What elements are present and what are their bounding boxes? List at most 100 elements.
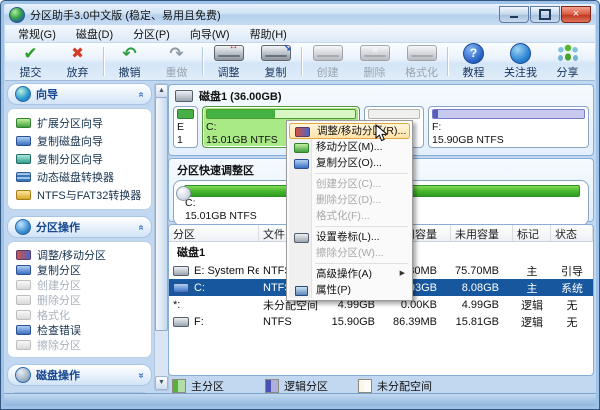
legend: 主分区 逻辑分区 未分配空间: [172, 378, 594, 394]
wizard-globe-icon: [15, 86, 31, 102]
primary-color-swatch: [172, 379, 186, 393]
create-button: 创建: [304, 43, 351, 80]
legend-primary: 主分区: [172, 378, 265, 394]
gear-icon: [15, 367, 31, 383]
sidebar-scrollbar[interactable]: ▲ ▼: [154, 83, 169, 391]
scroll-up-icon[interactable]: ▲: [155, 84, 168, 98]
menu-item-properties[interactable]: 属性(P): [289, 282, 410, 298]
menu-item-format: 格式化(F)...: [289, 208, 410, 224]
scroll-down-icon[interactable]: ▼: [155, 376, 168, 390]
menu-item-resize-move-partition[interactable]: 调整/移动分区(R)...: [289, 123, 410, 139]
close-icon: ×: [573, 9, 579, 20]
commit-button[interactable]: ✔ 提交: [7, 43, 54, 80]
menu-disk[interactable]: 磁盘(D): [67, 25, 122, 43]
usage-bar: [206, 109, 356, 119]
toolbar-separator: [103, 47, 104, 76]
copy-button[interactable]: ↘ 复制: [252, 43, 299, 80]
format-button: 格式化: [398, 43, 445, 80]
copy-disk-icon: ↘: [261, 45, 291, 61]
close-button[interactable]: ×: [561, 6, 591, 23]
logical-color-swatch: [265, 379, 279, 393]
tutorial-question-icon: ?: [463, 43, 484, 64]
menu-item-advanced-ops[interactable]: 高级操作(A) ▶: [289, 266, 410, 282]
set-label-icon: [294, 233, 309, 243]
menu-help[interactable]: 帮助(H): [241, 25, 296, 43]
chevron-up-icon: «: [136, 91, 147, 97]
move-partition-icon: [294, 143, 309, 153]
table-row-f[interactable]: F: NTFS 15.90GB 86.39MB 15.81GB 逻辑 无: [169, 313, 593, 330]
sidebar-item-resize-move-partition[interactable]: 调整/移动分区: [11, 247, 148, 262]
scrollbar-thumb[interactable]: [155, 97, 168, 331]
app-logo-icon: [9, 7, 25, 23]
disk-icon: [173, 317, 189, 327]
follow-globe-icon: [510, 43, 531, 64]
sidebar-section-wizards: 向导 « 扩展分区向导 复制磁盘向导 复制分区向导: [7, 83, 152, 210]
share-button[interactable]: 分享: [544, 43, 591, 80]
partition-ops-icon: [15, 219, 31, 235]
disk-icon: [16, 118, 31, 128]
disk-icon: [16, 250, 31, 260]
create-disk-icon: [313, 45, 343, 61]
legend-logical: 逻辑分区: [265, 378, 358, 394]
resize-move-partition-icon: [295, 127, 310, 137]
delete-button: ✖ 删除: [351, 43, 398, 80]
title-bar[interactable]: 分区助手3.0中文版 (稳定、易用且免费) ×: [4, 4, 596, 25]
resize-handle[interactable]: [176, 186, 191, 201]
minimize-button[interactable]: [499, 6, 529, 23]
section-header-partition-ops[interactable]: 分区操作 «: [7, 216, 152, 238]
sidebar-item-copy-partition[interactable]: 复制分区: [11, 262, 148, 277]
status-bar: [4, 393, 596, 406]
submenu-arrow-icon: ▶: [400, 266, 405, 282]
disk-icon: [16, 295, 31, 305]
menu-separator: [315, 263, 408, 264]
menu-item-create-partition: 创建分区(C)...: [289, 176, 410, 192]
properties-icon: [295, 286, 308, 296]
sidebar-section-partition-ops: 分区操作 « 调整/移动分区 复制分区 创建分区: [7, 216, 152, 358]
redo-button: ↷ 重做: [153, 43, 200, 80]
sidebar-item-create-partition: 创建分区: [11, 277, 148, 292]
section-header-disk-ops[interactable]: 磁盘操作 «: [7, 364, 152, 386]
toolbar-separator: [202, 47, 203, 76]
section-header-wizards[interactable]: 向导 «: [7, 83, 152, 105]
menu-item-wipe-partition: 擦除分区(W)...: [289, 245, 410, 261]
disk-icon: [16, 325, 31, 335]
follow-me-button[interactable]: 关注我: [497, 43, 544, 80]
menu-item-copy-partition[interactable]: 复制分区(O)...: [289, 155, 410, 171]
sidebar-item-copy-partition-wizard[interactable]: 复制分区向导: [11, 150, 148, 168]
disk-icon: [16, 310, 31, 320]
col-unused: 未用容量: [451, 225, 513, 241]
menu-wizard[interactable]: 向导(W): [181, 25, 239, 43]
sidebar-item-copy-disk-wizard[interactable]: 复制磁盘向导: [11, 132, 148, 150]
usage-bar: [177, 109, 194, 119]
undo-button[interactable]: ↶ 撤销: [106, 43, 153, 80]
menu-general[interactable]: 常规(G): [9, 25, 65, 43]
usage-bar: [432, 109, 585, 119]
unallocated-color-swatch: [358, 379, 372, 393]
discard-button[interactable]: ✖ 放弃: [54, 43, 101, 80]
menu-separator: [315, 226, 408, 227]
toolbar-separator: [301, 47, 302, 76]
legend-unallocated: 未分配空间: [358, 378, 451, 394]
col-status: 状态: [551, 225, 593, 241]
partition-box-f[interactable]: F: 15.90GB NTFS: [428, 106, 589, 148]
disk-icon: [173, 266, 189, 276]
sidebar-item-format-partition: 格式化: [11, 307, 148, 322]
sidebar-item-check-errors[interactable]: 检查错误: [11, 322, 148, 337]
maximize-button[interactable]: [530, 6, 560, 23]
menu-item-set-label[interactable]: 设置卷标(L)...: [289, 229, 410, 245]
sidebar-section-disk-ops: 磁盘操作 «: [7, 364, 152, 386]
partition-box-e[interactable]: E 1: [173, 106, 198, 148]
commit-check-icon: ✔: [23, 45, 37, 62]
resize-button[interactable]: ↔ 调整: [205, 43, 252, 80]
sidebar-item-ntfs-fat32-converter[interactable]: NTFS与FAT32转换器: [11, 186, 148, 204]
chevron-up-icon: «: [136, 224, 147, 230]
menu-partition[interactable]: 分区(P): [124, 25, 179, 43]
menu-item-delete-partition: 删除分区(D)...: [289, 192, 410, 208]
format-disk-icon: [407, 45, 437, 61]
sidebar-item-extend-partition-wizard[interactable]: 扩展分区向导: [11, 114, 148, 132]
menu-item-move-partition[interactable]: 移动分区(M)...: [289, 139, 410, 155]
window-title: 分区助手3.0中文版 (稳定、易用且免费): [30, 7, 221, 23]
sidebar-item-dynamic-disk-converter[interactable]: 动态磁盘转换器: [11, 168, 148, 186]
tutorial-button[interactable]: ? 教程: [450, 43, 497, 80]
sidebar-item-delete-partition: 删除分区: [11, 292, 148, 307]
